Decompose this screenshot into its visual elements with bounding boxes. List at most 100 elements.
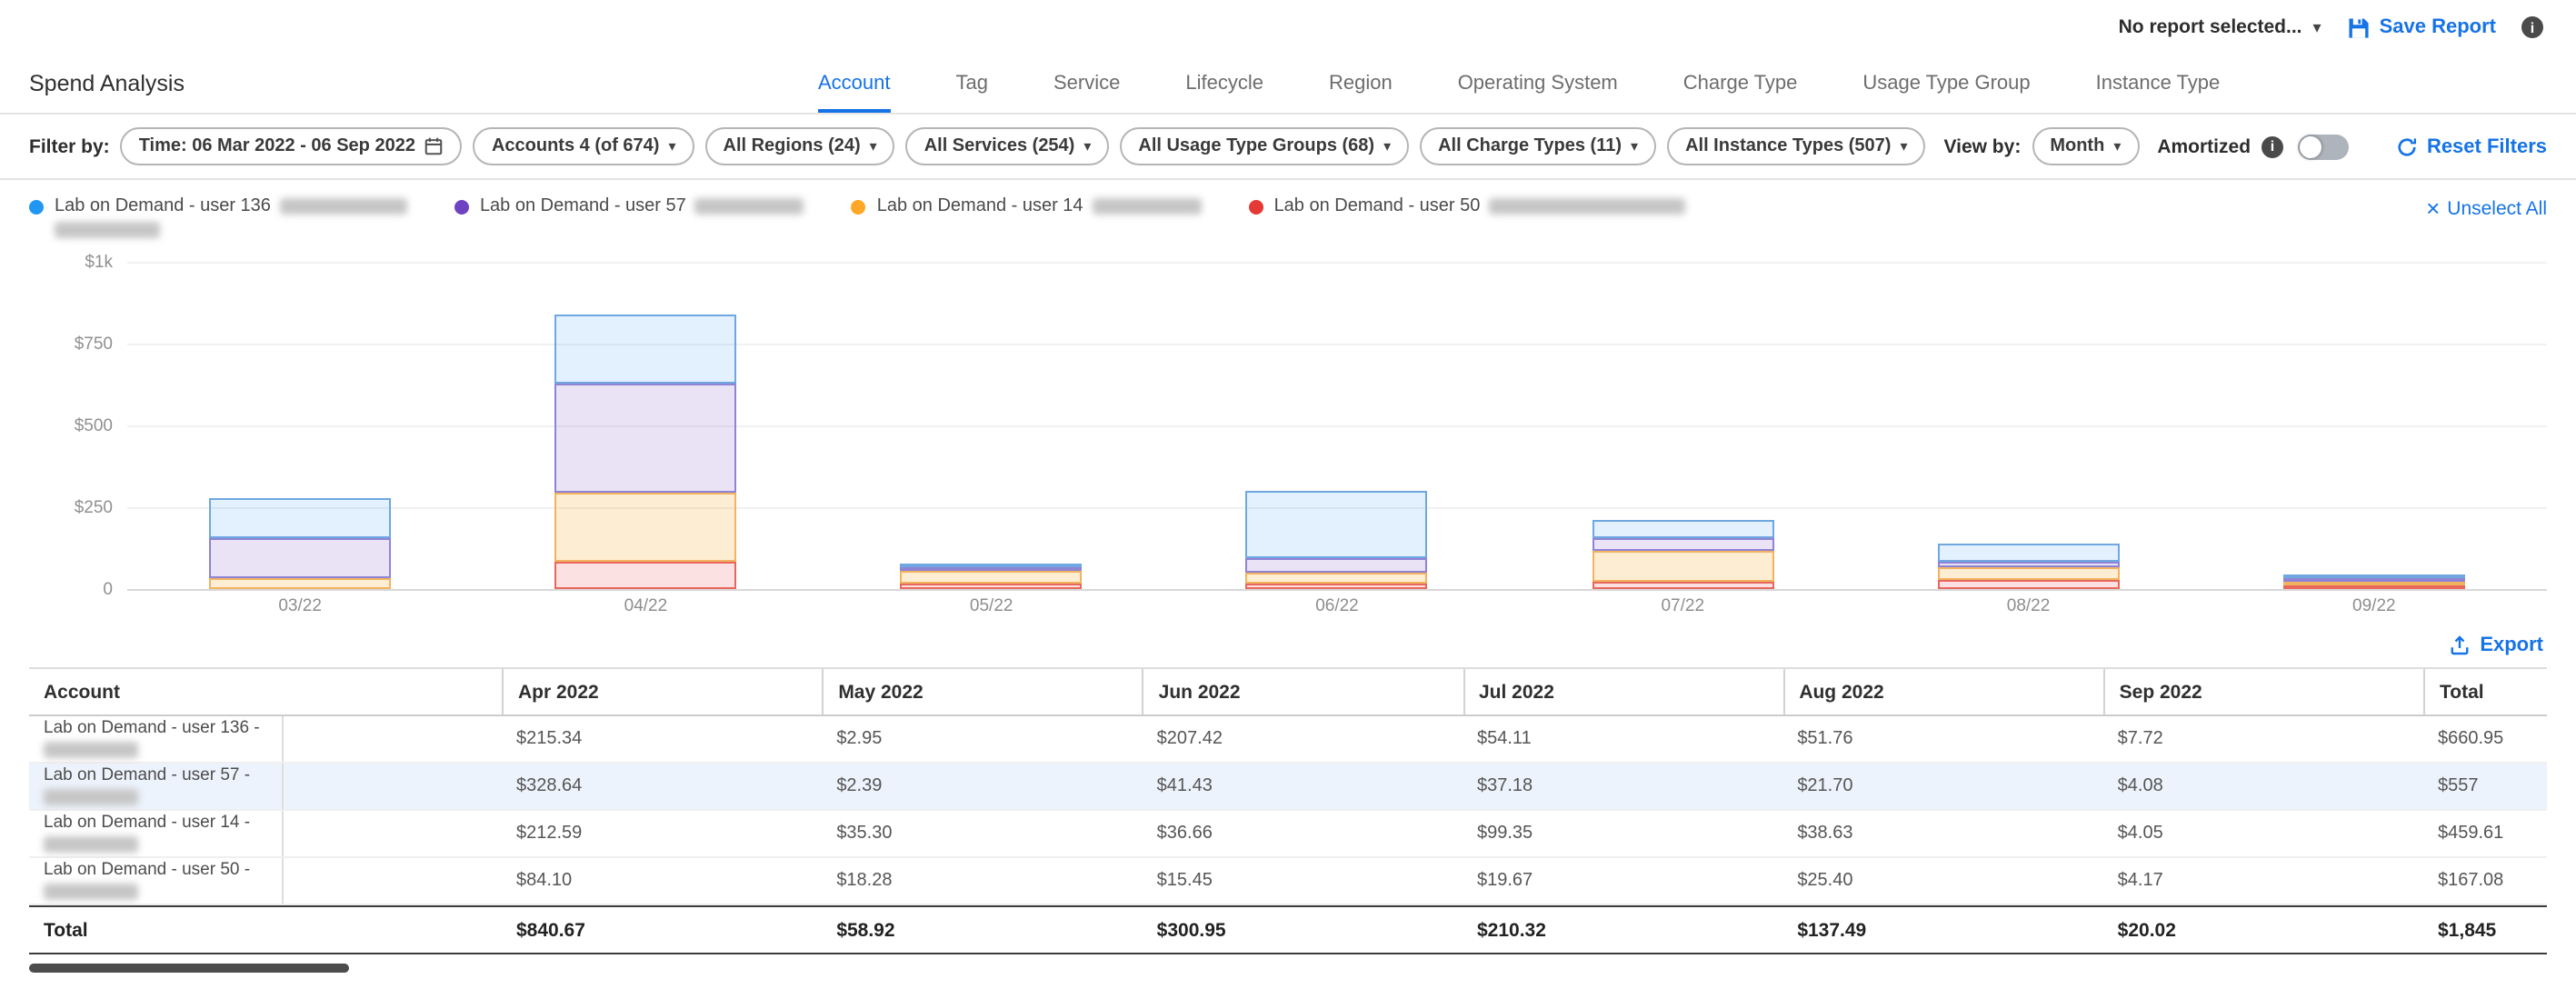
tab-instance-type[interactable]: Instance Type	[2096, 55, 2221, 113]
table-row[interactable]: Lab on Demand - user 136 -$215.34$2.95$2…	[29, 716, 2547, 764]
legend-item-lab-on-demand-user-136[interactable]: Lab on Demand - user 136	[29, 196, 407, 244]
column-header-apr-2022: Apr 2022	[502, 669, 822, 714]
column-header-may-2022: May 2022	[822, 669, 1142, 714]
time-filter-pill[interactable]: Time: 06 Mar 2022 - 06 Sep 2022	[121, 127, 463, 165]
filter-pill-all-regions-24[interactable]: All Regions (24)	[705, 127, 895, 165]
filter-pill-label: Accounts 4 (of 674)	[492, 136, 660, 156]
legend-item-lab-on-demand-user-14[interactable]: Lab on Demand - user 14	[852, 196, 1202, 216]
bar-07-22[interactable]	[1592, 520, 1773, 589]
tab-charge-type[interactable]: Charge Type	[1683, 55, 1798, 113]
chart-column-05-22	[819, 262, 1164, 589]
save-report-button[interactable]: Save Report	[2347, 15, 2496, 39]
chart-legend: Lab on Demand - user 136 Lab on Demand - …	[0, 180, 2576, 251]
chevron-down-icon	[2113, 139, 2121, 154]
filter-pill-all-charge-types-11[interactable]: All Charge Types (11)	[1420, 127, 1656, 165]
info-icon[interactable]	[2521, 16, 2543, 38]
legend-label: Lab on Demand - user 14	[877, 196, 1083, 216]
legend-dot	[852, 200, 866, 215]
tab-region[interactable]: Region	[1329, 55, 1393, 113]
chevron-down-icon	[1631, 139, 1638, 154]
topbar: No report selected... Save Report	[0, 0, 2576, 55]
filter-pill-label: All Usage Type Groups (68)	[1138, 136, 1374, 156]
tab-service[interactable]: Service	[1053, 55, 1120, 113]
table-cell: $215.34	[502, 716, 822, 762]
bar-09-22[interactable]	[2283, 574, 2465, 589]
legend-item-lab-on-demand-user-57[interactable]: Lab on Demand - user 57	[454, 196, 804, 216]
x-tick-label: 07/22	[1510, 596, 1855, 616]
filter-pills: Accounts 4 (of 674) All Regions (24) All S…	[474, 127, 1926, 165]
unselect-all-button[interactable]: Unselect All	[2426, 196, 2547, 222]
chart-plot	[127, 262, 2547, 589]
legend-item-lab-on-demand-user-50[interactable]: Lab on Demand - user 50	[1249, 196, 1686, 216]
row-spacer	[284, 716, 502, 762]
total-cell: $137.49	[1782, 907, 2102, 953]
column-header-account: Account	[29, 669, 284, 714]
account-cell: Lab on Demand - user 50 -	[29, 858, 284, 904]
table-header-row: AccountApr 2022May 2022Jun 2022Jul 2022A…	[29, 669, 2547, 716]
bar-segment	[901, 583, 1083, 589]
filter-pill-all-instance-types-507[interactable]: All Instance Types (507)	[1667, 127, 1925, 165]
bar-segment	[554, 385, 736, 492]
table-cell: $54.11	[1463, 716, 1782, 762]
y-tick-label: $1k	[29, 253, 113, 273]
x-tick-label: 04/22	[473, 596, 818, 616]
table-row[interactable]: Lab on Demand - user 57 -$328.64$2.39$41…	[29, 764, 2547, 811]
filter-pill-accounts-4-of-674[interactable]: Accounts 4 (of 674)	[474, 127, 694, 165]
bar-segment	[209, 538, 391, 578]
spend-table: AccountApr 2022May 2022Jun 2022Jul 2022A…	[29, 667, 2547, 954]
x-tick-label: 05/22	[819, 596, 1164, 616]
bar-segment	[1938, 581, 2120, 589]
filter-pill-label: All Instance Types (507)	[1685, 136, 1891, 156]
report-selector-value: No report selected...	[2119, 16, 2302, 38]
chart-column-03-22	[127, 262, 473, 589]
table-cell: $51.76	[1782, 716, 2102, 762]
bar-06-22[interactable]	[1246, 491, 1428, 589]
filter-bar: Filter by: Time: 06 Mar 2022 - 06 Sep 20…	[0, 115, 2576, 180]
legend-label-line: Lab on Demand - user 57	[480, 196, 804, 216]
bar-segment	[1246, 558, 1428, 572]
view-by-value: Month	[2050, 136, 2104, 156]
bar-04-22[interactable]	[554, 314, 736, 589]
bar-05-22[interactable]	[901, 564, 1083, 589]
table-row[interactable]: Lab on Demand - user 14 -$212.59$35.30$3…	[29, 811, 2547, 858]
report-selector-dropdown[interactable]: No report selected...	[2119, 16, 2321, 38]
tab-usage-type-group[interactable]: Usage Type Group	[1862, 55, 2030, 113]
table-cell: $25.40	[1782, 858, 2102, 904]
redacted-text	[695, 198, 804, 215]
redacted-text	[44, 836, 138, 853]
total-cell: $58.92	[822, 907, 1142, 953]
amortized-label: Amortized	[2157, 135, 2251, 157]
filter-by-label: Filter by:	[29, 135, 110, 157]
tab-tag[interactable]: Tag	[956, 55, 989, 113]
reset-filters-button[interactable]: Reset Filters	[2396, 135, 2547, 157]
table-cell: $557	[2423, 764, 2547, 809]
amortized-toggle[interactable]	[2298, 134, 2349, 159]
table-cell: $4.17	[2103, 858, 2423, 904]
export-button[interactable]: Export	[0, 634, 2543, 656]
view-by-dropdown[interactable]: Month	[2032, 127, 2139, 165]
redacted-text	[55, 222, 160, 238]
tab-lifecycle[interactable]: Lifecycle	[1185, 55, 1263, 113]
account-name: Lab on Demand - user 50 -	[44, 862, 250, 881]
bar-segment	[2283, 585, 2465, 589]
table-cell: $2.95	[822, 716, 1142, 762]
bar-03-22[interactable]	[209, 499, 391, 589]
table-cell: $207.42	[1143, 716, 1463, 762]
bar-08-22[interactable]	[1938, 544, 2120, 589]
table-cell: $167.08	[2423, 858, 2547, 904]
legend-label: Lab on Demand - user 50	[1274, 196, 1481, 216]
tab-account[interactable]: Account	[818, 55, 891, 113]
total-cell: $300.95	[1143, 907, 1463, 953]
chevron-down-icon	[2313, 19, 2321, 35]
total-cell: $1,845	[2423, 907, 2547, 953]
filter-pill-all-services-254[interactable]: All Services (254)	[906, 127, 1110, 165]
export-icon	[2449, 634, 2471, 656]
chart-column-07-22	[1510, 262, 1855, 589]
horizontal-scrollbar[interactable]	[29, 964, 349, 973]
table-cell: $4.05	[2103, 811, 2423, 856]
filter-pill-all-usage-type-groups-68[interactable]: All Usage Type Groups (68)	[1120, 127, 1409, 165]
table-cell: $35.30	[822, 811, 1142, 856]
table-row[interactable]: Lab on Demand - user 50 -$84.10$18.28$15…	[29, 858, 2547, 905]
tab-operating-system[interactable]: Operating System	[1458, 55, 1618, 113]
amortized-info-icon[interactable]	[2261, 135, 2283, 157]
